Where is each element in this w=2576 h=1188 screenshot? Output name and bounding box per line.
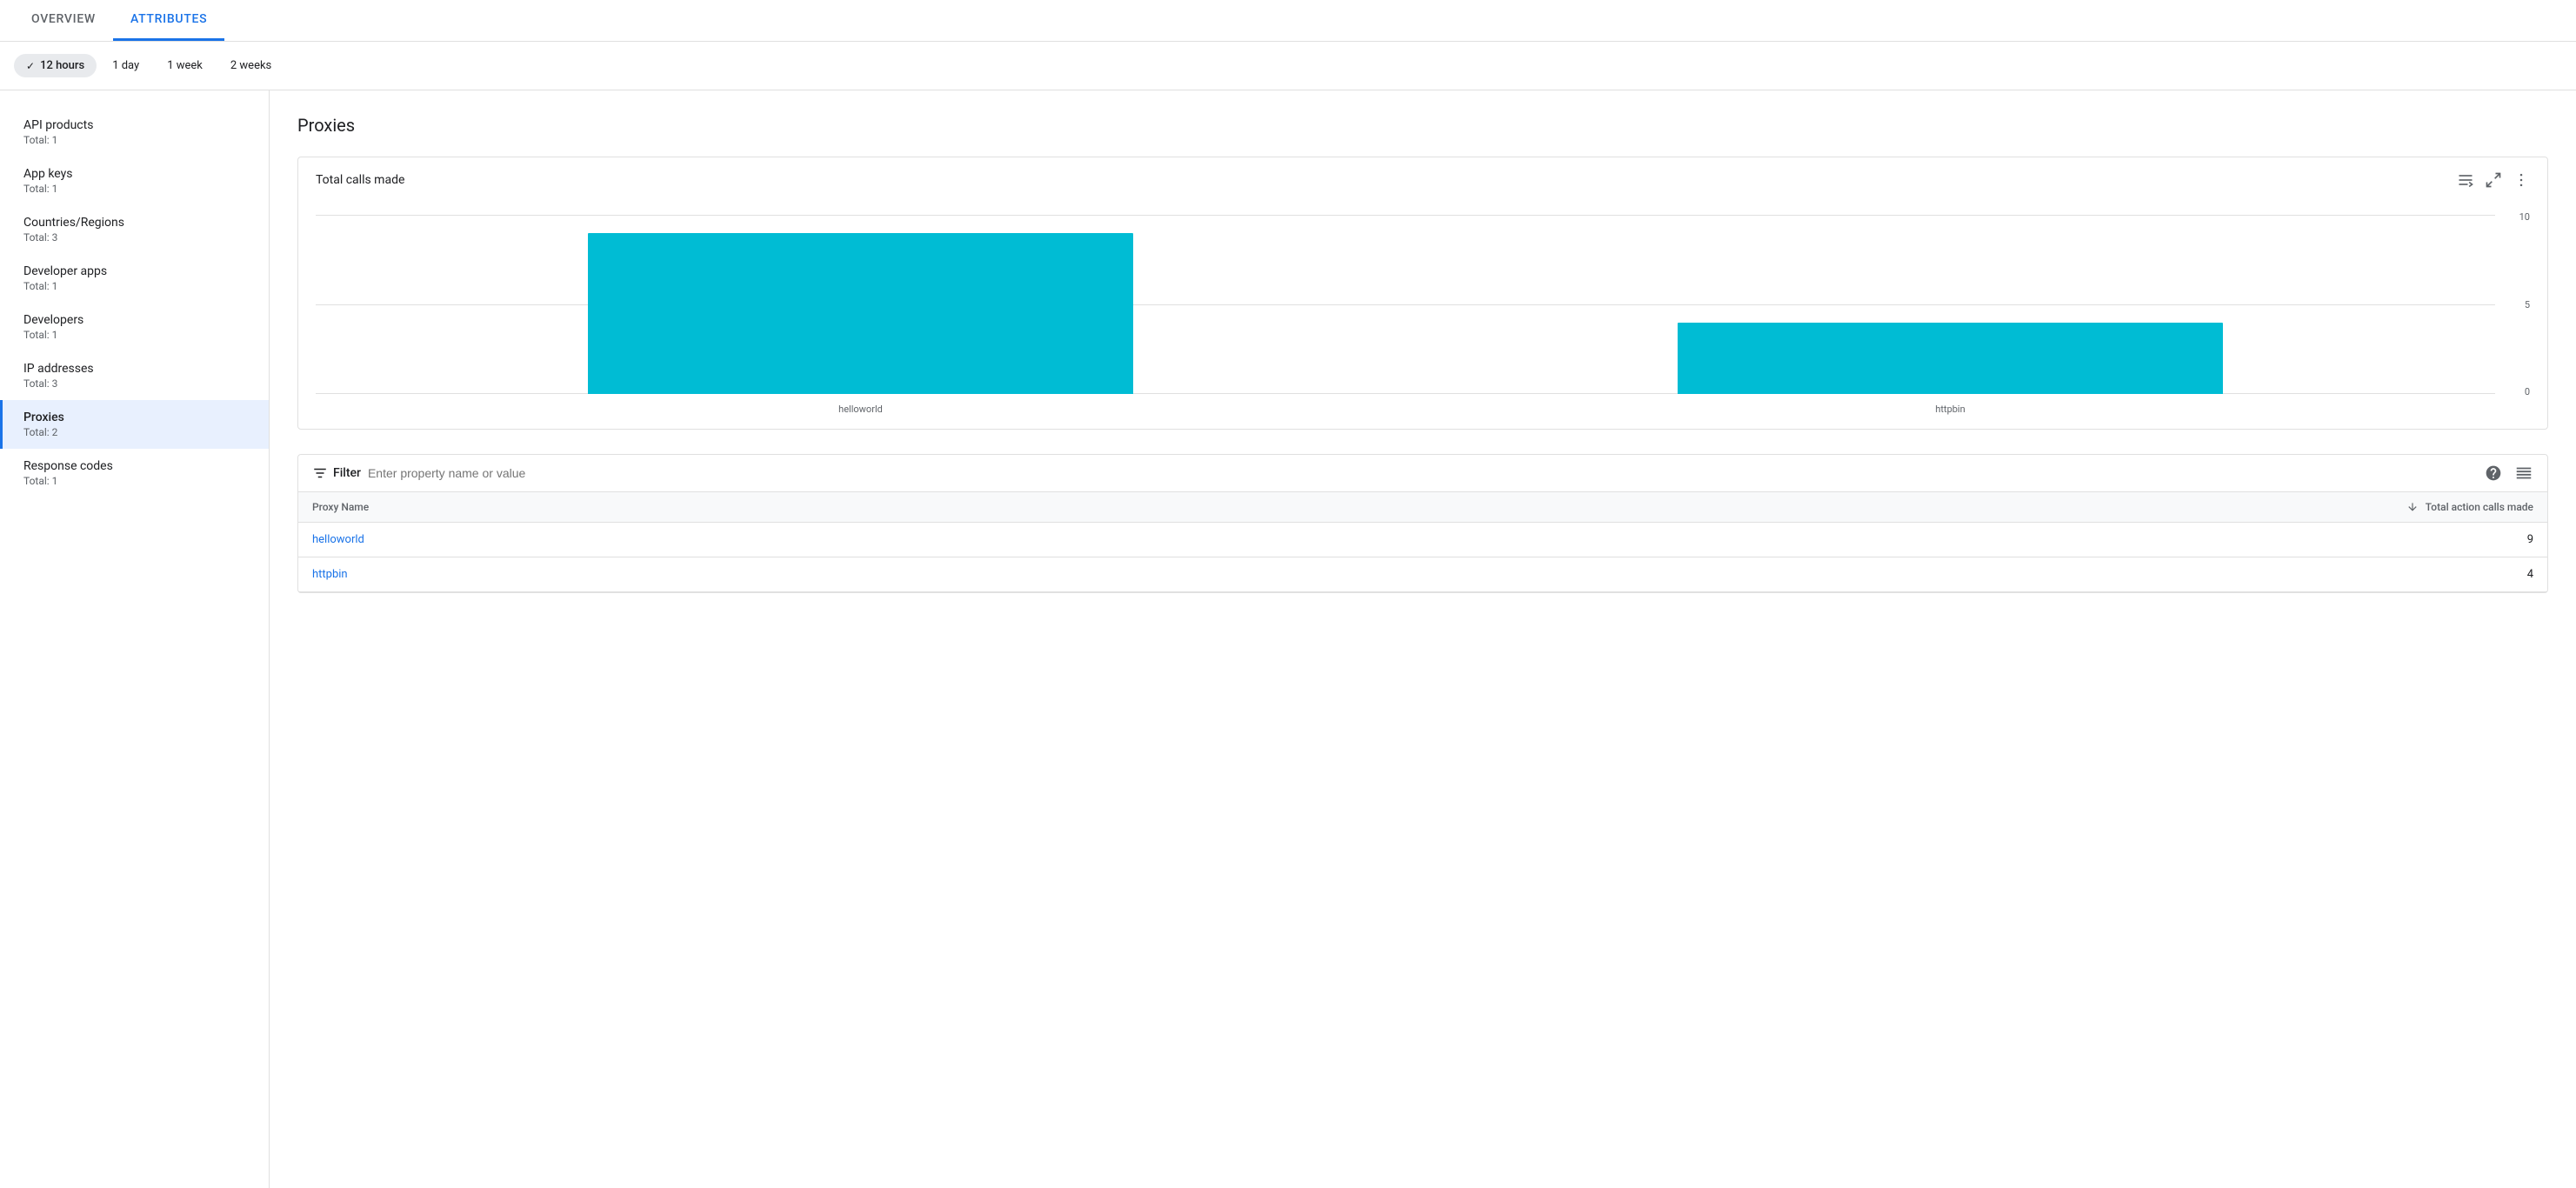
col-header-total-calls-label: Total action calls made [2426,501,2533,513]
sidebar-item-developer-apps-name: Developer apps [23,264,248,278]
sidebar-item-developer-apps-total: Total: 1 [23,280,248,292]
chart-download-icon[interactable] [2457,171,2474,189]
table-card: Filter P [297,454,2548,593]
time-chip-12hours[interactable]: ✓ 12 hours [14,54,97,77]
sidebar-item-ip-addresses-name: IP addresses [23,362,248,376]
top-tabs: OVERVIEW ATTRIBUTES [0,0,2576,42]
section-title: Proxies [297,115,2548,136]
chart-card: Total calls made [297,157,2548,430]
content-area: Proxies Total calls made [270,90,2576,1188]
table-cell-helloworld-calls: 9 [2464,533,2533,546]
sidebar-item-ip-addresses[interactable]: IP addresses Total: 3 [0,351,269,400]
chart-expand-icon[interactable] [2485,171,2502,189]
time-chip-1day-label: 1 day [112,59,139,72]
checkmark-icon: ✓ [26,60,35,72]
sidebar-item-developers-total: Total: 1 [23,329,248,341]
chart-body: 10 5 0 [298,199,2547,429]
time-chip-1week[interactable]: 1 week [155,54,215,77]
sidebar-item-response-codes[interactable]: Response codes Total: 1 [0,449,269,497]
sidebar-item-proxies-name: Proxies [23,410,248,424]
sidebar-item-app-keys[interactable]: App keys Total: 1 [0,157,269,205]
y-label-10: 10 [2519,211,2530,223]
bar-httpbin [1678,323,2223,394]
chart-actions [2457,171,2530,189]
filter-right-icons [2485,464,2533,483]
tab-overview[interactable]: OVERVIEW [14,0,113,41]
table-row: helloworld 9 [298,523,2547,557]
y-label-5: 5 [2525,299,2530,310]
col-header-total-calls[interactable]: Total action calls made [2406,501,2533,513]
sidebar-item-ip-addresses-total: Total: 3 [23,377,248,390]
sidebar-item-developers[interactable]: Developers Total: 1 [0,303,269,351]
sidebar-item-response-codes-name: Response codes [23,459,248,473]
x-label-helloworld: helloworld [316,404,1405,415]
filter-label: Filter [333,466,361,480]
time-chip-12hours-label: 12 hours [40,59,84,72]
sidebar-item-api-products-total: Total: 1 [23,134,248,146]
filter-icon: Filter [312,465,361,481]
chart-title: Total calls made [316,173,404,187]
col-header-proxy-name: Proxy Name [312,501,2406,513]
y-label-0: 0 [2525,386,2530,397]
sidebar-item-countries-regions-total: Total: 3 [23,231,248,244]
sidebar-item-response-codes-total: Total: 1 [23,475,248,487]
columns-icon[interactable] [2514,464,2533,483]
table-row: httpbin 4 [298,557,2547,592]
filter-bar: Filter [298,455,2547,492]
bar-helloworld [588,233,1133,394]
bar-group-httpbin [1405,215,2495,394]
time-chip-2weeks[interactable]: 2 weeks [218,54,284,77]
table-cell-helloworld-name[interactable]: helloworld [312,533,2464,546]
time-chip-1week-label: 1 week [167,59,203,72]
sidebar-item-developer-apps[interactable]: Developer apps Total: 1 [0,254,269,303]
chart-more-icon[interactable] [2513,171,2530,189]
sidebar-item-app-keys-total: Total: 1 [23,183,248,195]
sidebar-item-api-products-name: API products [23,118,248,132]
filter-input[interactable] [368,466,2485,480]
bar-group-helloworld [316,215,1405,394]
table-cell-httpbin-calls: 4 [2464,568,2533,581]
main-layout: API products Total: 1 App keys Total: 1 … [0,90,2576,1188]
help-icon[interactable] [2485,464,2502,482]
x-label-httpbin: httpbin [1405,404,2495,415]
sidebar-item-developers-name: Developers [23,313,248,327]
tab-attributes[interactable]: ATTRIBUTES [113,0,224,41]
sidebar-item-api-products[interactable]: API products Total: 1 [0,108,269,157]
chart-header: Total calls made [298,157,2547,199]
sidebar-item-app-keys-name: App keys [23,167,248,181]
sidebar: API products Total: 1 App keys Total: 1 … [0,90,270,1188]
sidebar-item-countries-regions[interactable]: Countries/Regions Total: 3 [0,205,269,254]
sidebar-item-proxies[interactable]: Proxies Total: 2 [0,400,269,449]
sidebar-item-countries-regions-name: Countries/Regions [23,216,248,230]
table-header: Proxy Name Total action calls made [298,492,2547,523]
time-chip-2weeks-label: 2 weeks [230,59,271,72]
table-cell-httpbin-name[interactable]: httpbin [312,568,2464,581]
time-chip-1day[interactable]: 1 day [100,54,151,77]
sidebar-item-proxies-total: Total: 2 [23,426,248,438]
time-filter-bar: ✓ 12 hours 1 day 1 week 2 weeks [0,42,2576,90]
